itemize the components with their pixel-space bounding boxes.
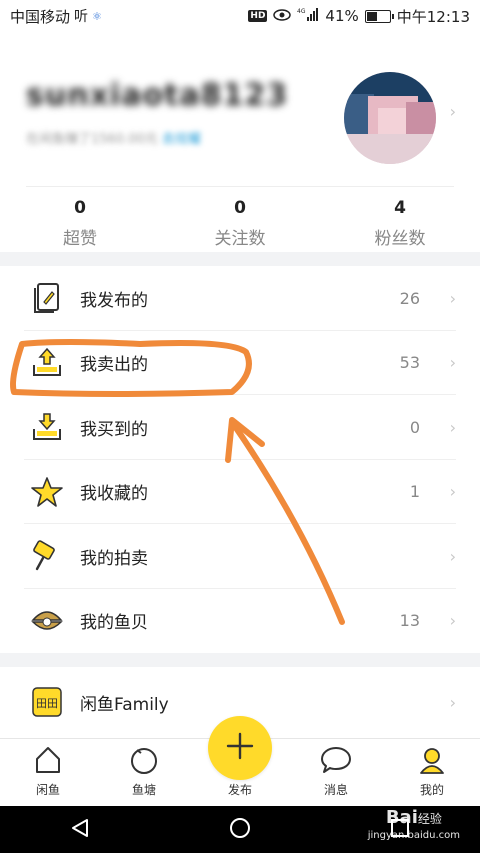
pond-icon	[129, 745, 159, 779]
menu-item-count: 1	[409, 482, 420, 502]
menu-item-count: 0	[409, 417, 420, 437]
stat-followers[interactable]: 4 粉丝数	[320, 186, 480, 252]
home-circle-icon[interactable]	[229, 817, 251, 843]
watermark-brand2: 经验	[417, 812, 442, 826]
hd-icon: HD	[248, 10, 268, 22]
svg-text:4G: 4G	[297, 8, 306, 15]
tab-label: 消息	[323, 783, 348, 797]
menu-item-label: 我卖出的	[80, 355, 148, 376]
section-gap	[0, 653, 480, 667]
menu-item-favorites[interactable]: 我收藏的 1 ›	[0, 460, 480, 524]
menu-item-label: 闲鱼Family	[80, 694, 169, 715]
menu-item-label: 我买到的	[80, 419, 148, 440]
menu-item-label: 我发布的	[80, 290, 148, 311]
profile-header[interactable]: sunxiaota8123 在闲鱼赚了1560.00元 去炫耀 ›	[0, 32, 480, 182]
tab-label: 我的	[419, 783, 444, 797]
earnings-line: 在闲鱼赚了1560.00元 去炫耀	[26, 128, 201, 147]
menu-list: 我发布的 26 › 我卖出的 53 › 我买到的 0 › 我收藏的 1 › 我的	[0, 266, 480, 653]
signal-icon: 4G	[297, 7, 319, 25]
tab-home[interactable]: 闲鱼	[0, 739, 96, 806]
username: sunxiaota8123	[26, 78, 289, 113]
chevron-right-icon: ›	[449, 102, 456, 121]
menu-item-count: 13	[399, 611, 420, 631]
stat-likes[interactable]: 0 超赞	[0, 186, 160, 252]
hearing-icon: 听	[74, 9, 89, 25]
menu-item-shells[interactable]: 我的鱼贝 13 ›	[0, 589, 480, 654]
chevron-right-icon: ›	[449, 546, 456, 566]
document-icon	[30, 281, 64, 315]
clock: 中午12:13	[396, 7, 470, 26]
shell-icon	[30, 604, 64, 638]
earnings-text: 在闲鱼赚了1560.00元	[26, 132, 158, 147]
stat-following[interactable]: 0 关注数	[160, 186, 320, 252]
tab-pond[interactable]: 鱼塘	[96, 739, 192, 806]
gavel-icon	[30, 539, 64, 573]
svg-text:田田: 田田	[36, 697, 58, 710]
watermark-brand: Bai	[385, 807, 418, 828]
plus-icon	[225, 731, 255, 765]
profile-icon	[417, 745, 447, 779]
tab-label: 闲鱼	[35, 783, 60, 797]
outbox-icon	[30, 346, 64, 380]
back-icon[interactable]	[69, 817, 91, 843]
tab-messages[interactable]: 消息	[288, 739, 384, 806]
status-bar: 中国移动 听 ⚛ HD 4G 41% 中午12:13	[0, 0, 480, 32]
message-icon	[320, 745, 352, 779]
menu-item-count: 26	[399, 288, 420, 308]
battery-percent: 41%	[325, 7, 359, 25]
menu-item-sold[interactable]: 我卖出的 53 ›	[0, 331, 480, 395]
wifi-icon: ⚛	[92, 9, 102, 23]
watermark: Bai经验 jingyan.baidu.com	[368, 808, 460, 841]
star-icon	[30, 475, 64, 509]
menu-item-count: 53	[399, 353, 420, 373]
menu-item-bought[interactable]: 我买到的 0 ›	[0, 395, 480, 460]
carrier-label: 中国移动	[10, 7, 71, 26]
stat-value: 0	[74, 198, 86, 218]
avatar[interactable]	[344, 72, 436, 164]
menu-item-auction[interactable]: 我的拍卖 ›	[0, 524, 480, 589]
show-off-link[interactable]: 去炫耀	[162, 132, 201, 147]
menu-item-label: 我的拍卖	[80, 548, 148, 569]
chevron-right-icon: ›	[449, 353, 456, 373]
publish-button[interactable]	[208, 716, 272, 780]
stat-label: 粉丝数	[374, 229, 426, 249]
stat-label: 超赞	[63, 229, 97, 249]
stat-value: 0	[234, 198, 246, 218]
menu-item-label: 我的鱼贝	[80, 613, 148, 634]
chevron-right-icon: ›	[449, 611, 456, 631]
family-icon: 田田	[30, 685, 64, 719]
stat-label: 关注数	[214, 229, 266, 249]
watermark-url: jingyan.baidu.com	[367, 829, 460, 841]
stats-row: 0 超赞 0 关注数 4 粉丝数	[0, 186, 480, 252]
menu-item-label: 我收藏的	[80, 484, 148, 505]
home-icon	[33, 745, 63, 779]
tab-me[interactable]: 我的	[384, 739, 480, 806]
inbox-icon	[30, 410, 64, 444]
chevron-right-icon: ›	[449, 482, 456, 502]
chevron-right-icon: ›	[449, 288, 456, 308]
battery-icon	[364, 9, 394, 23]
tab-label: 发布	[227, 783, 252, 797]
eye-icon	[273, 7, 292, 25]
stat-value: 4	[394, 198, 406, 218]
menu-item-published[interactable]: 我发布的 26 ›	[0, 266, 480, 331]
chevron-right-icon: ›	[449, 417, 456, 437]
tab-label: 鱼塘	[131, 783, 156, 797]
section-gap	[0, 252, 480, 266]
chevron-right-icon: ›	[449, 692, 456, 712]
